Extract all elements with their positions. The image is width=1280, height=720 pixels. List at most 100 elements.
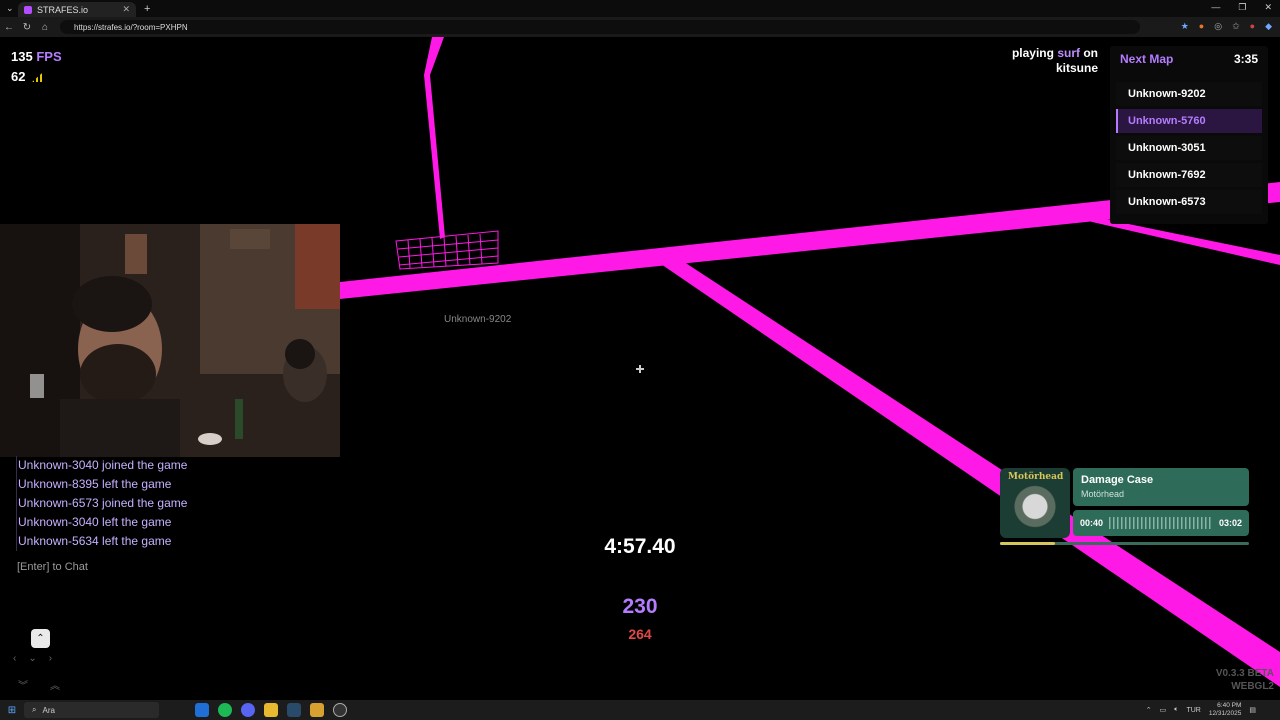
clock-date: 12/31/2025 — [1208, 710, 1242, 717]
minimize-icon[interactable]: — — [1211, 2, 1220, 13]
browser-tab[interactable]: STRAFES.io ✕ — [18, 2, 136, 17]
map-option[interactable]: Unknown-3051 — [1116, 136, 1262, 160]
spotify-app-icon[interactable] — [218, 703, 232, 717]
back-icon[interactable]: ← — [0, 22, 18, 33]
collapse-controls: ︾ ︽ — [18, 677, 60, 692]
checkpoint-grid — [395, 230, 499, 270]
playing-map: kitsune — [1055, 61, 1098, 75]
taskbar-search[interactable]: ⌕ Ara — [24, 702, 159, 718]
track-artist: Motörhead — [1081, 489, 1125, 499]
renderer-label: WEBGL2 — [1231, 681, 1274, 692]
direction-controls: ‹ ⌄ › — [13, 653, 52, 664]
track-elapsed: 00:40 — [1080, 518, 1104, 528]
ping-display: 62 — [11, 69, 43, 84]
chevron-down-icon[interactable]: ⌄ — [28, 653, 36, 664]
ping-value: 62 — [11, 69, 26, 84]
address-bar[interactable]: https://strafes.io/?room=PXHPN — [60, 20, 1140, 34]
next-map-header: Next Map 3:35 — [1110, 46, 1268, 82]
map-option[interactable]: Unknown-6573 — [1116, 190, 1262, 214]
edge-app-icon[interactable] — [195, 703, 209, 717]
close-tab-icon[interactable]: ✕ — [122, 4, 130, 15]
next-map-panel: Next Map 3:35 Unknown-9202 Unknown-5760 … — [1110, 46, 1268, 224]
language-indicator[interactable]: TUR — [1186, 707, 1200, 714]
track-progress: 00:40 03:02 — [1073, 510, 1249, 536]
map-vote-list: Unknown-9202 Unknown-5760 Unknown-3051 U… — [1110, 82, 1268, 214]
fps-value: 135 — [11, 49, 33, 64]
track-info: Damage Case Motörhead — [1073, 468, 1249, 506]
tab-title: STRAFES.io — [37, 4, 89, 15]
webcam-image — [0, 224, 340, 457]
network-icon[interactable]: ▭ — [1160, 706, 1167, 714]
browser-tab-bar: ⌄ STRAFES.io ✕ + — ❐ ✕ — [0, 0, 1280, 17]
window-controls: — ❐ ✕ — [1211, 2, 1272, 13]
game-viewport[interactable]: 135 FPS 62 playing surf on kitsune Next … — [0, 37, 1280, 700]
feed-item: Unknown-3040 joined the game — [18, 458, 188, 472]
game-app-icon[interactable] — [310, 703, 324, 717]
run-timer: 4:57.40 — [604, 535, 676, 558]
bookmark-star-icon[interactable]: ★ — [1181, 21, 1189, 32]
double-chevron-up-icon[interactable]: ︽ — [50, 677, 60, 692]
version-label: V0.3.3 BETA — [1215, 668, 1274, 679]
close-window-icon[interactable]: ✕ — [1264, 2, 1272, 13]
toolbar-extensions: ★ ● ◎ ✩ ● ◆ — [1181, 21, 1272, 32]
reload-icon[interactable]: ↻ — [18, 22, 36, 33]
crosshair-icon — [636, 365, 644, 373]
player-nametag: Unknown-9202 — [444, 314, 512, 325]
windows-taskbar: ⊞ ⌕ Ara ⌃ ▭ 🔈︎ TUR 6:40 PM 12/31/2025 ▤ — [0, 700, 1280, 720]
browser-toolbar: ← ↻ ⌂ https://strafes.io/?room=PXHPN ★ ●… — [0, 17, 1280, 37]
tray-overflow-icon[interactable]: ⌃ — [1146, 706, 1152, 714]
waveform-icon — [1109, 517, 1213, 529]
chat-hint: [Enter] to Chat — [17, 561, 88, 573]
file-explorer-icon[interactable] — [264, 703, 278, 717]
search-icon: ⌕ — [32, 705, 37, 714]
feed-item: Unknown-6573 joined the game — [18, 496, 188, 510]
double-chevron-down-icon[interactable]: ︾ — [18, 677, 28, 692]
signal-strength-icon — [32, 73, 43, 82]
map-option[interactable]: Unknown-7692 — [1116, 163, 1262, 187]
steam-app-icon[interactable] — [287, 703, 301, 717]
volume-icon[interactable]: 🔈︎ — [1174, 706, 1178, 714]
feed-item: Unknown-3040 left the game — [18, 515, 172, 529]
favorites-icon[interactable]: ✩ — [1232, 21, 1240, 32]
map-option[interactable]: Unknown-9202 — [1116, 82, 1262, 106]
map-option-selected[interactable]: Unknown-5760 — [1116, 109, 1262, 133]
track-progress-fill — [1000, 542, 1055, 545]
home-icon[interactable]: ⌂ — [36, 22, 54, 33]
feed-item: Unknown-5634 left the game — [18, 534, 172, 548]
version-info: V0.3.3 BETA WEBGL2 — [1216, 667, 1274, 693]
clock-time: 6:40 PM — [1217, 702, 1242, 709]
expand-up-button[interactable]: ⌃ — [31, 629, 50, 648]
track-progress-bar[interactable] — [1000, 542, 1249, 545]
track-duration: 03:02 — [1218, 518, 1242, 528]
next-map-countdown: 3:35 — [1233, 52, 1258, 66]
speed-display: 230 — [622, 595, 658, 618]
obs-app-icon[interactable] — [333, 703, 347, 717]
feed-item: Unknown-8395 left the game — [18, 477, 172, 491]
surf-ramp-top — [424, 37, 445, 239]
album-art: Motörhead — [1000, 468, 1070, 538]
fps-counter: 135 FPS — [11, 49, 62, 64]
restore-icon[interactable]: ❐ — [1238, 2, 1246, 13]
windows-start-icon[interactable]: ⊞ — [0, 705, 24, 716]
discord-app-icon[interactable] — [241, 703, 255, 717]
taskbar-clock[interactable]: 6:40 PM 12/31/2025 — [1209, 702, 1242, 718]
taskbar-apps — [195, 703, 347, 717]
system-tray: ⌃ ▭ 🔈︎ TUR 6:40 PM 12/31/2025 ▤ — [1146, 702, 1256, 718]
tab-menu-icon[interactable]: ⌄ — [6, 3, 14, 14]
copilot-icon[interactable]: ◆ — [1265, 21, 1272, 32]
music-player: Motörhead Damage Case Motörhead 00:40 03… — [1000, 468, 1250, 548]
fps-unit: FPS — [36, 49, 62, 64]
playing-status: playing surf on kitsune — [990, 46, 1098, 76]
profile-icon[interactable]: ● — [1250, 21, 1255, 32]
chevron-left-icon[interactable]: ‹ — [13, 653, 16, 664]
notifications-icon[interactable]: ▤ — [1249, 706, 1256, 714]
extension-icon-2[interactable]: ◎ — [1214, 21, 1222, 32]
next-map-label: Next Map — [1120, 52, 1174, 66]
extension-icon[interactable]: ● — [1199, 21, 1204, 32]
site-favicon-icon — [24, 5, 32, 14]
url-text: https://strafes.io/?room=PXHPN — [74, 22, 188, 32]
webcam-overlay — [0, 224, 340, 457]
playing-prefix: playing — [1011, 46, 1054, 60]
chevron-right-icon[interactable]: › — [49, 653, 52, 664]
new-tab-icon[interactable]: + — [144, 3, 150, 15]
